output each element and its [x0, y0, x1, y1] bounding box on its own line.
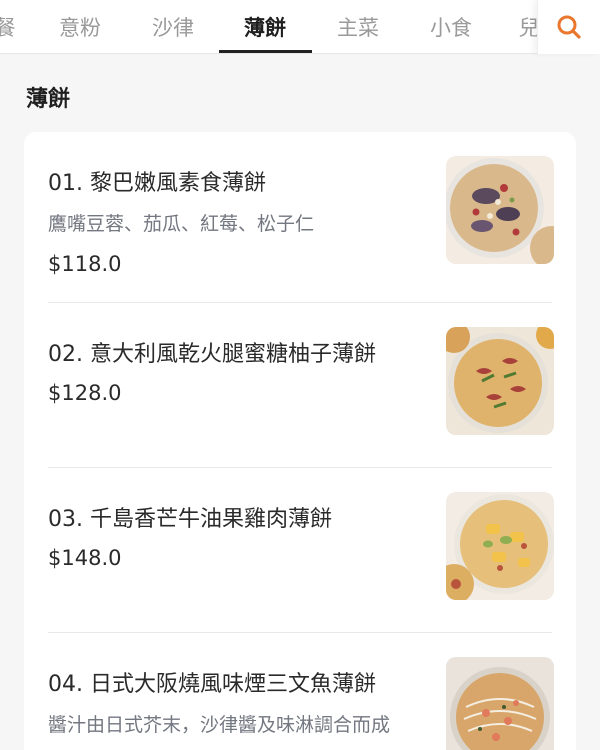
- item-image[interactable]: [446, 492, 554, 600]
- menu-item[interactable]: 02. 意大利風乾火腿蜜糖柚子薄餅 $128.0: [24, 303, 576, 467]
- item-price: $118.0: [48, 252, 122, 276]
- menu-item[interactable]: 01. 黎巴嫩風素食薄餅 鷹嘴豆蓉、茄瓜、紅莓、松子仁 $118.0: [24, 132, 576, 302]
- tab-pasta[interactable]: 意粉: [50, 0, 110, 54]
- item-description: 鷹嘴豆蓉、茄瓜、紅莓、松子仁: [48, 213, 315, 235]
- menu-card: 01. 黎巴嫩風素食薄餅 鷹嘴豆蓉、茄瓜、紅莓、松子仁 $118.0 02. 意…: [24, 132, 576, 750]
- item-description: 醬汁由日式芥末，沙律醬及味淋調合而成: [48, 714, 391, 736]
- tab-pizza[interactable]: 薄餅: [233, 0, 297, 54]
- active-tab-indicator: [219, 50, 312, 53]
- item-image[interactable]: [446, 327, 554, 435]
- tab-set-meal[interactable]: 餐: [0, 0, 18, 54]
- menu-page: 餐 意粉 沙律 薄餅 主菜 小食 兒 薄餅 01. 黎巴嫩風素食薄餅 鷹嘴豆蓉、…: [0, 0, 600, 750]
- search-icon: [557, 15, 581, 39]
- menu-item[interactable]: 03. 千島香芒牛油果雞肉薄餅 $148.0: [24, 468, 576, 632]
- tab-snacks[interactable]: 小食: [421, 0, 481, 54]
- item-name: 01. 黎巴嫩風素食薄餅: [48, 171, 266, 196]
- search-button[interactable]: [537, 0, 600, 54]
- tab-main-course[interactable]: 主菜: [328, 0, 388, 54]
- section-title: 薄餅: [26, 87, 71, 112]
- item-name: 04. 日式大阪燒風味煙三文魚薄餅: [48, 672, 376, 697]
- item-price: $148.0: [48, 546, 122, 570]
- item-image[interactable]: [446, 657, 554, 750]
- item-price: $128.0: [48, 381, 122, 405]
- item-name: 03. 千島香芒牛油果雞肉薄餅: [48, 507, 332, 532]
- item-name: 02. 意大利風乾火腿蜜糖柚子薄餅: [48, 342, 376, 367]
- item-image[interactable]: [446, 156, 554, 264]
- tab-salad[interactable]: 沙律: [143, 0, 203, 54]
- category-tab-bar: 餐 意粉 沙律 薄餅 主菜 小食 兒: [0, 0, 600, 54]
- menu-item[interactable]: 04. 日式大阪燒風味煙三文魚薄餅 醬汁由日式芥末，沙律醬及味淋調合而成: [24, 633, 576, 750]
